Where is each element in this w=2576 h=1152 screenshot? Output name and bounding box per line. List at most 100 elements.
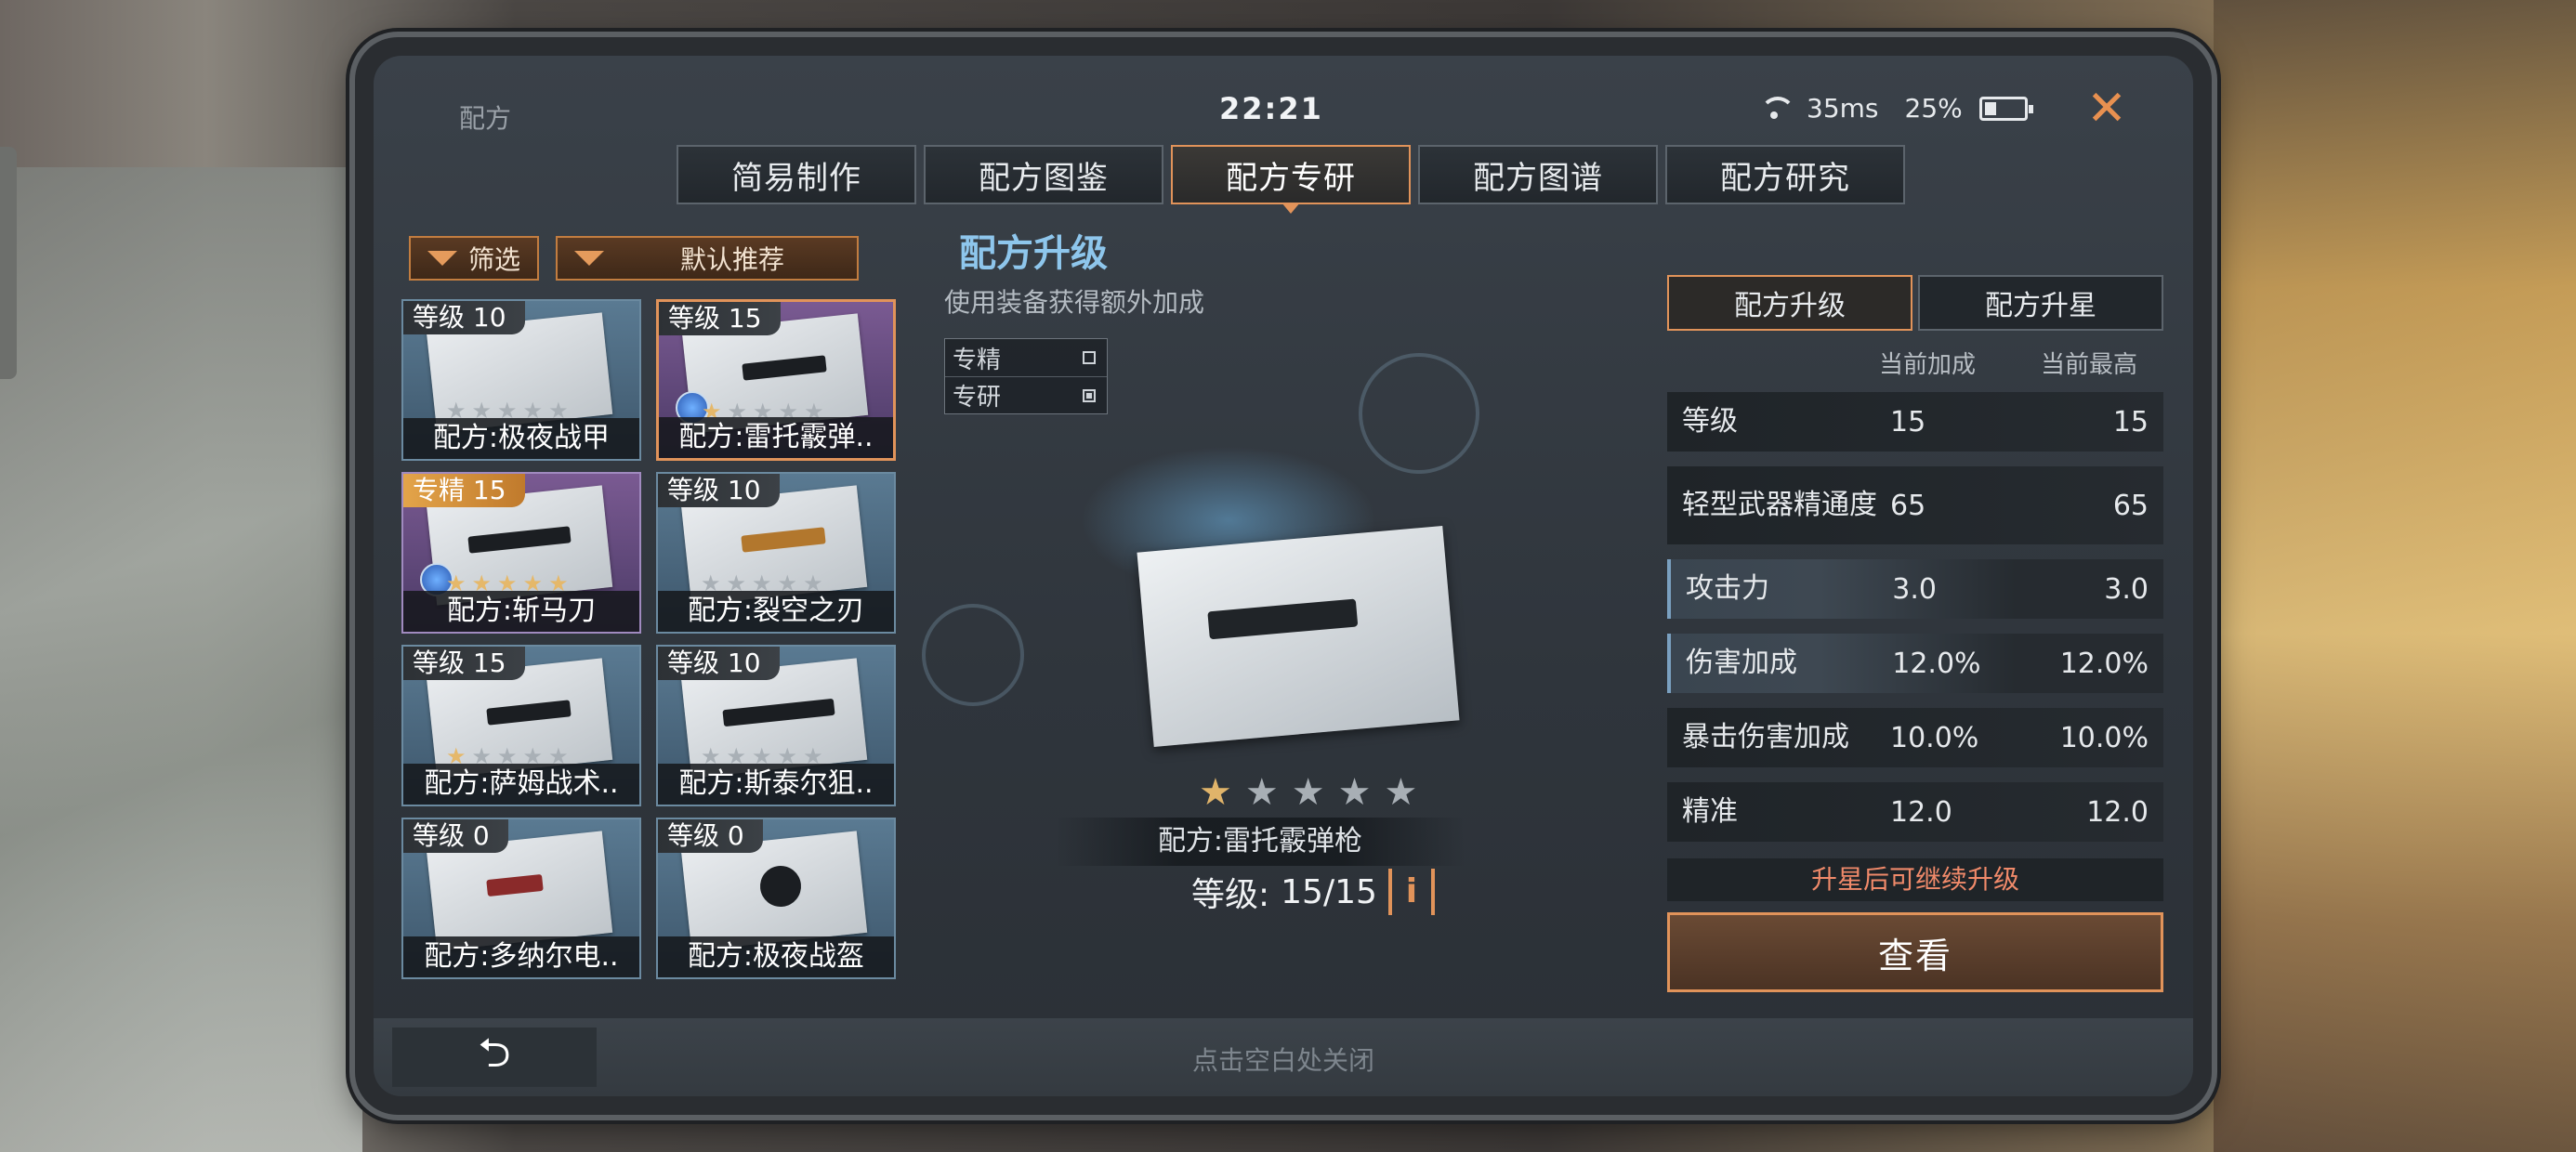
recipe-name: 配方:极夜战盔 [658, 936, 894, 977]
tab-star-up[interactable]: 配方升星 [1918, 275, 2163, 331]
stat-name: 等级 [1682, 405, 1738, 438]
tab-upgrade[interactable]: 配方升级 [1667, 275, 1912, 331]
battery-percent: 25% [1904, 93, 1963, 124]
recipe-card[interactable]: 等级 10 ★ ★ ★ ★ ★ 配方:极夜战甲 [401, 299, 641, 461]
close-icon[interactable]: ✕ [2082, 84, 2132, 134]
stat-max: 15 [2112, 405, 2149, 439]
stat-current: 12.0 [1890, 795, 1952, 829]
shotgun-image [1207, 598, 1359, 640]
info-icon[interactable]: i [1387, 869, 1435, 915]
stat-current: 12.0% [1892, 647, 1981, 680]
checkbox-checked-icon [1083, 388, 1096, 402]
item-name: 配方:雷托霰弹枪 [1056, 818, 1465, 866]
level-badge: 等级 0 [403, 819, 508, 853]
stat-row: 攻击力 3.0 3.0 [1667, 559, 2163, 619]
stat-max: 12.0% [2059, 647, 2149, 680]
stat-name: 暴击伤害加成 [1682, 721, 1849, 753]
wifi-icon [1758, 96, 1795, 121]
filter-bar: 筛选 默认推荐 [409, 236, 860, 281]
device-frame: 配方 22:21 35ms 25% ✕ 简易制作 配方图鉴 配方专研 配方图谱 … [355, 37, 2212, 1115]
filter-button[interactable]: 筛选 [409, 236, 540, 281]
legend-study: 专研 [945, 376, 1107, 413]
recipe-name: 配方:萨姆战术.. [403, 764, 639, 805]
stat-row: 等级 15 15 [1667, 392, 2163, 452]
level-badge: 等级 0 [658, 819, 763, 853]
ping-value: 35ms [1807, 93, 1879, 124]
window-title: 配方 [459, 103, 512, 134]
back-button[interactable]: ⮌ [392, 1028, 597, 1087]
stat-max: 3.0 [2104, 572, 2149, 606]
stat-max: 10.0% [2059, 721, 2149, 754]
header-max: 当前最高 [2040, 351, 2137, 379]
panel-title: 配方升级 [959, 232, 1108, 275]
stat-current: 15 [1890, 405, 1926, 439]
tab-simple-craft[interactable]: 简易制作 [677, 145, 916, 204]
upgrade-tabs: 配方升级 配方升星 [1667, 275, 2163, 331]
recipe-card[interactable]: 等级 0 配方:极夜战盔 [656, 818, 896, 979]
recipe-card[interactable]: 等级 15 ★ ★ ★ ★ ★ 配方:萨姆战术.. [401, 645, 641, 806]
tab-recipe-atlas[interactable]: 配方图谱 [1418, 145, 1658, 204]
level-label: 等级: [1191, 876, 1270, 914]
level-badge: 等级 15 [659, 302, 781, 335]
chevron-down-icon [574, 251, 605, 266]
level-badge: 等级 15 [403, 647, 525, 680]
stats-table: 等级 15 15 轻型武器精通度 65 65 攻击力 3.0 3.0 伤害加成 … [1667, 392, 2163, 857]
recipe-card[interactable]: 等级 0 配方:多纳尔电.. [401, 818, 641, 979]
tab-recipe-research[interactable]: 配方研究 [1665, 145, 1905, 204]
stat-current: 10.0% [1890, 721, 1979, 754]
tab-recipe-study[interactable]: 配方专研 [1171, 145, 1411, 214]
sort-dropdown[interactable]: 默认推荐 [556, 236, 860, 281]
star-icon: ★ [1199, 771, 1232, 814]
header-current: 当前加成 [1878, 351, 1976, 379]
tab-recipe-catalog[interactable]: 配方图鉴 [924, 145, 1163, 204]
close-hint[interactable]: 点击空白处关闭 [374, 1041, 2193, 1078]
item-level: 等级: 15/15 i [1191, 868, 1435, 916]
game-screen: 配方 22:21 35ms 25% ✕ 简易制作 配方图鉴 配方专研 配方图谱 … [374, 56, 2193, 1096]
recipe-name: 配方:多纳尔电.. [403, 936, 639, 977]
recipe-name: 配方:斯泰尔狙.. [658, 764, 894, 805]
stat-name: 攻击力 [1686, 572, 1769, 605]
stat-max: 65 [2112, 489, 2149, 522]
legend-label: 专研 [953, 384, 1002, 412]
stat-name: 精准 [1682, 795, 1738, 828]
sort-label: 默认推荐 [680, 244, 785, 275]
recipe-card-selected[interactable]: 等级 15 ★ ★ ★ ★ ★ 配方:雷托霰弹.. [656, 299, 896, 461]
blueprint-preview [1137, 526, 1460, 747]
filter-label: 筛选 [468, 244, 521, 275]
view-button[interactable]: 查看 [1667, 912, 2163, 992]
level-badge: 等级 10 [658, 647, 780, 680]
legend-mastery: 专精 [945, 339, 1107, 376]
recipe-name: 配方:斩马刀 [403, 591, 639, 632]
recipe-card[interactable]: 等级 10 ★ ★ ★ ★ ★ 配方:裂空之刃 [656, 472, 896, 634]
main-tabs: 简易制作 配方图鉴 配方专研 配方图谱 配方研究 [677, 145, 1905, 214]
recipe-name: 配方:雷托霰弹.. [659, 417, 893, 458]
upgrade-note: 升星后可继续升级 [1667, 858, 2163, 901]
legend-box: 专精 专研 [944, 338, 1108, 414]
hud-ring-decor [922, 604, 1024, 706]
level-value: 15/15 [1281, 872, 1377, 911]
recipe-name: 配方:极夜战甲 [403, 418, 639, 459]
clock: 22:21 [1219, 91, 1323, 126]
star-icon: ★ [1291, 771, 1325, 814]
recipe-grid: 等级 10 ★ ★ ★ ★ ★ 配方:极夜战甲 等级 15 ★ ★ ★ ★ ★ 配方:雷托霰弹.… [401, 299, 905, 987]
mastery-badge: 专精 15 [403, 474, 525, 507]
recipe-card[interactable]: 专精 15 ★ ★ ★ ★ ★ 配方:斩马刀 [401, 472, 641, 634]
checkbox-icon [1083, 351, 1096, 364]
legend-label: 专精 [953, 346, 1002, 374]
stat-row: 轻型武器精通度 65 65 [1667, 466, 2163, 544]
level-badge: 等级 10 [403, 301, 525, 334]
back-arrow-icon: ⮌ [478, 1028, 511, 1077]
background-right [2214, 0, 2576, 1152]
battery-icon [1978, 96, 2033, 121]
star-icon: ★ [1337, 771, 1372, 814]
recipe-name: 配方:裂空之刃 [658, 591, 894, 632]
star-icon: ★ [1384, 771, 1418, 814]
stat-name: 伤害加成 [1686, 647, 1797, 679]
background-notch [0, 147, 17, 379]
item-star-rating: ★ ★ ★ ★ ★ [1199, 771, 1417, 814]
stat-max: 12.0 [2086, 795, 2149, 829]
stat-row: 精准 12.0 12.0 [1667, 782, 2163, 842]
panel-subtitle: 使用装备获得额外加成 [944, 287, 1205, 318]
status-indicators: 35ms 25% [1758, 93, 2033, 124]
recipe-card[interactable]: 等级 10 ★ ★ ★ ★ ★ 配方:斯泰尔狙.. [656, 645, 896, 806]
